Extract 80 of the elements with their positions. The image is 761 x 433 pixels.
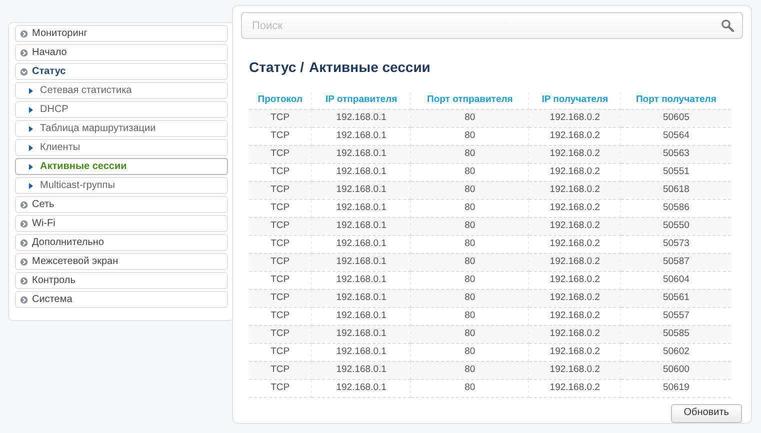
table-cell: 192.168.0.1 (312, 109, 411, 127)
table-cell: 50605 (620, 109, 731, 127)
table-cell: 192.168.0.1 (312, 289, 411, 307)
table-cell: 50561 (620, 289, 731, 307)
table-cell: 50587 (620, 253, 731, 271)
submenu-item[interactable]: Активные сессии (15, 158, 228, 175)
table-cell: 192.168.0.1 (312, 217, 411, 235)
submenu-item[interactable]: Multicast-группы (15, 177, 228, 194)
menu-item[interactable]: Wi-Fi (15, 215, 228, 232)
table-cell: 80 (410, 253, 529, 271)
menu-item[interactable]: Статус (15, 63, 228, 80)
table-cell: 192.168.0.2 (528, 217, 621, 235)
table-cell: 192.168.0.1 (312, 361, 411, 379)
collapse-icon (20, 68, 28, 76)
search-field[interactable]: Поиск (241, 12, 743, 39)
table-cell: 50563 (620, 145, 731, 163)
menu-item[interactable]: Межсетевой экран (15, 253, 228, 270)
table-cell: 80 (410, 145, 529, 163)
table-cell: TCP (249, 379, 312, 397)
bullet-icon (29, 144, 33, 150)
bullet-icon (29, 164, 33, 170)
search-icon[interactable] (721, 19, 734, 32)
expand-icon (20, 296, 28, 304)
table-cell: 192.168.0.1 (312, 253, 411, 271)
menu-item[interactable]: Начало (15, 44, 228, 61)
table-cell: TCP (249, 361, 312, 379)
table-cell: 192.168.0.2 (528, 289, 621, 307)
table-cell: 192.168.0.2 (528, 109, 621, 127)
table-cell: TCP (249, 289, 312, 307)
expand-icon (20, 220, 28, 228)
table-cell: 80 (410, 217, 529, 235)
expand-icon (20, 238, 28, 246)
expand-icon (20, 30, 28, 38)
expand-icon (20, 200, 28, 208)
menu-item[interactable]: Мониторинг (15, 25, 228, 42)
menu-item[interactable]: Контроль (15, 272, 228, 289)
submenu-item[interactable]: DHCP (15, 101, 228, 118)
table-cell: TCP (249, 325, 312, 343)
table-cell: 50550 (620, 217, 731, 235)
submenu-item[interactable]: Сетевая статистика (15, 82, 228, 99)
table-cell: TCP (249, 181, 312, 199)
menu-item[interactable]: Сеть (15, 196, 228, 213)
expand-icon (20, 276, 28, 284)
table-cell: 192.168.0.1 (312, 379, 411, 397)
bullet-icon (29, 182, 33, 188)
table-cell: 192.168.0.1 (312, 325, 411, 343)
table-cell: 192.168.0.1 (312, 145, 411, 163)
table-cell: 192.168.0.2 (528, 361, 621, 379)
table-cell: 192.168.0.2 (528, 145, 621, 163)
table-cell: 192.168.0.2 (528, 325, 621, 343)
menu-item[interactable]: Дополнительно (15, 234, 228, 251)
table-cell: 80 (410, 289, 529, 307)
table-cell: TCP (249, 109, 312, 127)
table-cell: 80 (410, 325, 529, 343)
table-cell: TCP (249, 217, 312, 235)
expand-icon (20, 258, 28, 266)
table-cell: 50585 (620, 325, 731, 343)
bullet-icon (29, 126, 33, 132)
bullet-icon (29, 88, 33, 94)
table-cell: 192.168.0.1 (312, 181, 411, 199)
table-cell: 80 (410, 109, 529, 127)
breadcrumb-parent: Статус / (249, 58, 304, 77)
table-cell: 80 (410, 181, 529, 199)
menu-item[interactable]: Система (15, 291, 228, 308)
expand-icon (20, 48, 28, 56)
bullet-icon (29, 106, 33, 112)
submenu-item[interactable]: Таблица маршрутизации (15, 120, 228, 137)
table-cell: 50619 (620, 379, 731, 397)
page-title: Активные сессии (308, 58, 430, 77)
table-cell: 50600 (620, 361, 731, 379)
table-cell: 192.168.0.2 (528, 379, 621, 397)
table-cell: 192.168.0.2 (528, 253, 621, 271)
table-cell: 50618 (620, 181, 731, 199)
table-cell: 192.168.0.2 (528, 181, 621, 199)
table-cell: TCP (249, 145, 312, 163)
table-cell: 80 (410, 379, 529, 397)
table-cell: 80 (410, 361, 529, 379)
submenu-item[interactable]: Клиенты (15, 139, 228, 156)
table-cell: TCP (249, 253, 312, 271)
refresh-button[interactable]: Обновить (670, 404, 742, 422)
